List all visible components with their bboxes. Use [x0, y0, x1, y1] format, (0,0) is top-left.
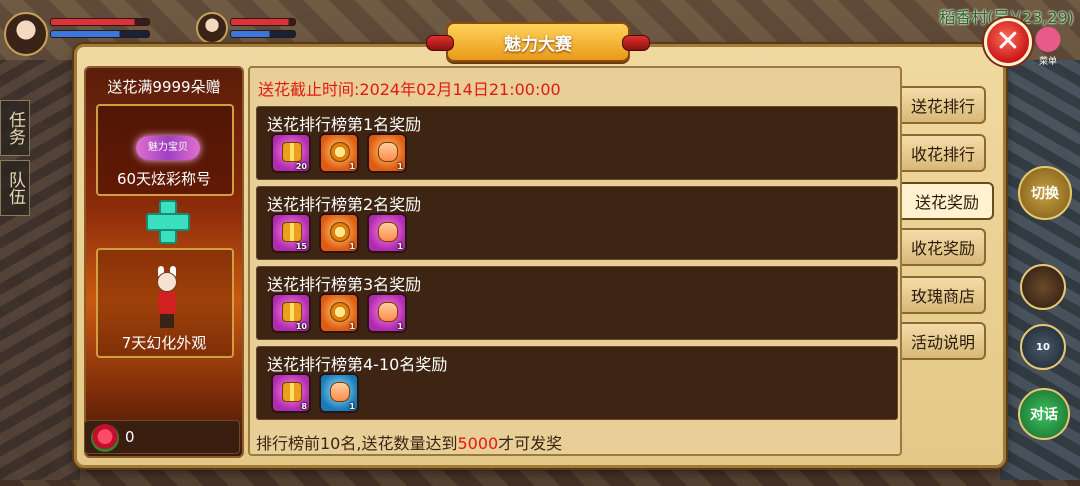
- footer-prefix: 排行榜前10名,送花数量达到: [256, 434, 458, 453]
- reward-card-rank-3: 送花排行榜第3名奖励 10 1 1: [256, 266, 898, 340]
- title-reward-caption: 60天炫彩称号: [116, 170, 212, 188]
- gift-box-icon[interactable]: 8: [271, 373, 311, 413]
- deadline-text: 送花截止时间:2024年02月14日21:00:00: [258, 80, 561, 99]
- pet-avatar[interactable]: [196, 12, 228, 44]
- reward-card-rank-2: 送花排行榜第2名奖励 15 1 1: [256, 186, 898, 260]
- footer-note: 排行榜前10名,送花数量达到5000才可发奖: [256, 430, 562, 454]
- character-outfit-icon: [152, 266, 182, 330]
- title-badge-icon: 魅力宝贝: [136, 136, 200, 160]
- reward-card-rank-4-10: 送花排行榜第4-10名奖励 8 1: [256, 346, 898, 420]
- appearance-reward-caption: 7天幻化外观: [121, 334, 207, 352]
- scroll-icon[interactable]: 1: [319, 373, 359, 413]
- plus-icon: [146, 200, 190, 244]
- footer-threshold: 5000: [457, 434, 499, 453]
- dialog-title: 魅力大赛: [426, 22, 650, 62]
- close-button[interactable]: ✕: [984, 18, 1032, 66]
- player-mp-bar: [50, 30, 150, 38]
- scroll-icon[interactable]: 1: [367, 133, 407, 173]
- player-hp-bar: [50, 18, 150, 26]
- medal-icon[interactable]: 1: [319, 293, 359, 333]
- quick-item-slot-2[interactable]: 10: [1020, 324, 1066, 370]
- promo-heading: 送花满9999朵赠: [107, 78, 221, 96]
- tab-event-info[interactable]: 活动说明: [902, 322, 986, 360]
- promo-panel: 送花满9999朵赠 魅力宝贝 60天炫彩称号 7天幻化外观: [84, 66, 244, 458]
- tab-receive-rewards[interactable]: 收花奖励: [902, 228, 986, 266]
- chat-button[interactable]: 对话: [1018, 388, 1070, 440]
- pet-mp-bar: [230, 30, 296, 38]
- reward-card-title: 送花排行榜第1名奖励: [267, 115, 422, 134]
- reward-card-rank-1: 送花排行榜第1名奖励 20 1 1: [256, 106, 898, 180]
- rose-count: 0: [125, 428, 135, 446]
- tab-send-rewards[interactable]: 送花奖励: [902, 182, 994, 220]
- footer-suffix: 才可发奖: [498, 434, 563, 453]
- reward-card-title: 送花排行榜第3名奖励: [267, 275, 422, 294]
- reward-card-title: 送花排行榜第4-10名奖励: [267, 355, 448, 374]
- rose-icon: [91, 424, 119, 452]
- medal-icon[interactable]: 1: [319, 133, 359, 173]
- switch-button[interactable]: 切换: [1018, 166, 1072, 220]
- pet-hp-bar: [230, 18, 296, 26]
- reward-list-panel: 送花截止时间:2024年02月14日21:00:00 送花排行榜第1名奖励 20…: [248, 66, 902, 456]
- side-tab-team[interactable]: 队伍: [0, 160, 30, 216]
- side-tab-task[interactable]: 任务: [0, 100, 30, 156]
- tab-send-ranking[interactable]: 送花排行: [902, 86, 986, 124]
- quick-item-slot-1[interactable]: [1020, 264, 1066, 310]
- tab-rose-shop[interactable]: 玫瑰商店: [902, 276, 986, 314]
- player-avatar[interactable]: [4, 12, 48, 56]
- gift-box-icon[interactable]: 15: [271, 213, 311, 253]
- medal-icon[interactable]: 1: [319, 213, 359, 253]
- menu-button[interactable]: 菜单: [1028, 24, 1068, 68]
- tab-receive-ranking[interactable]: 收花排行: [902, 134, 986, 172]
- gift-box-icon[interactable]: 10: [271, 293, 311, 333]
- scroll-icon[interactable]: 1: [367, 213, 407, 253]
- rose-counter: 0: [84, 420, 240, 454]
- scroll-icon[interactable]: 1: [367, 293, 407, 333]
- gift-box-icon[interactable]: 20: [271, 133, 311, 173]
- menu-label: 菜单: [1038, 57, 1057, 67]
- reward-card-title: 送花排行榜第2名奖励: [267, 195, 422, 214]
